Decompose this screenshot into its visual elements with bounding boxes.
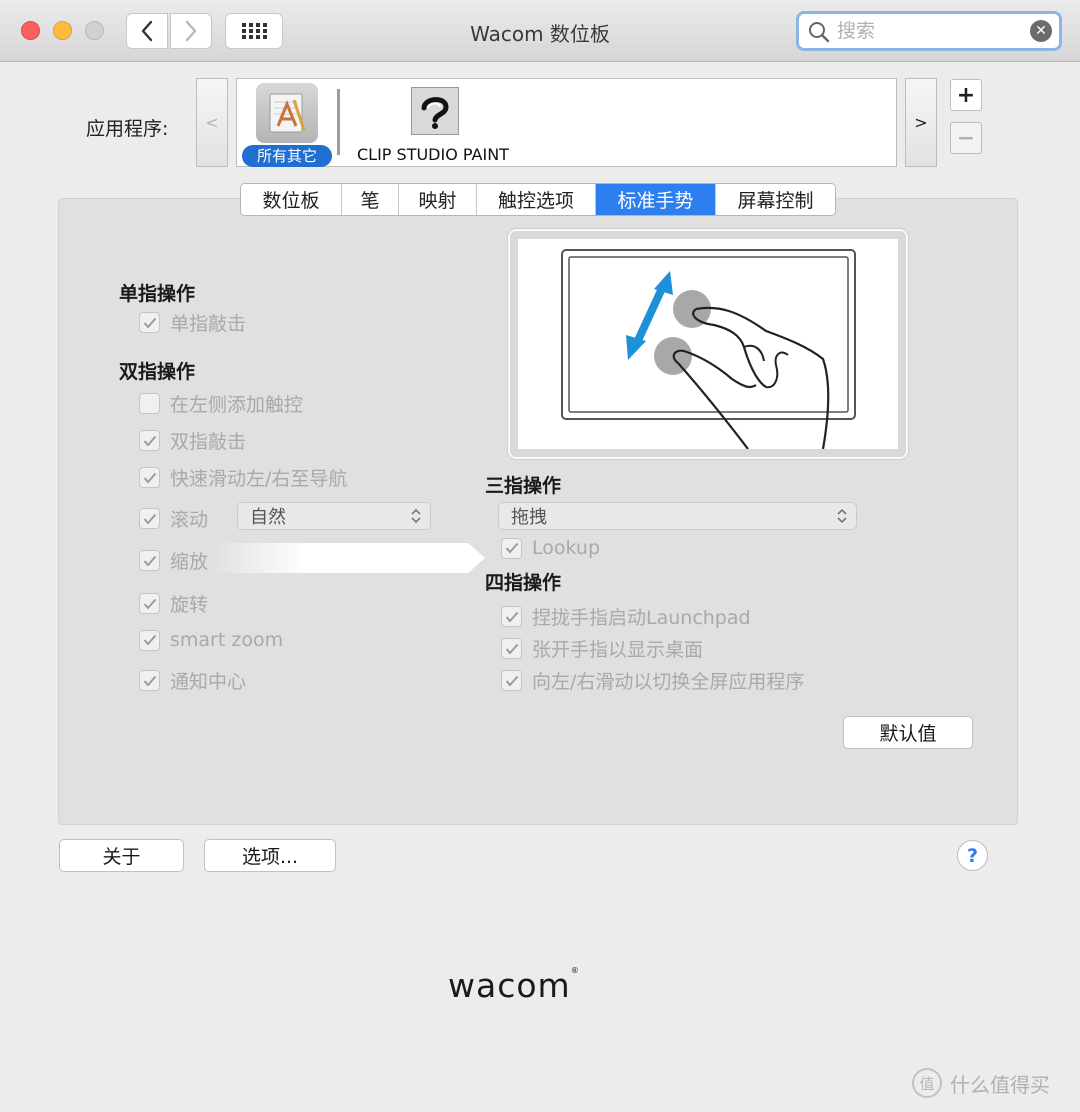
checkbox[interactable]	[501, 537, 522, 559]
apps-scroll-right-button[interactable]: >	[905, 78, 937, 167]
checkbox-notification-center[interactable]: 通知中心	[139, 667, 246, 694]
checkmark-icon	[505, 542, 518, 554]
checkbox[interactable]	[139, 508, 160, 529]
checkbox[interactable]	[501, 670, 522, 691]
option-label: 捏拢手指启动Launchpad	[532, 607, 751, 629]
checkbox[interactable]	[501, 606, 522, 627]
checkmark-icon	[143, 634, 156, 646]
title-bar: Wacom 数位板 ✕	[0, 0, 1080, 62]
option-label: 张开手指以显示桌面	[532, 639, 704, 661]
checkbox-add-touch-left[interactable]: 在左侧添加触控	[139, 390, 303, 417]
checkmark-icon	[143, 513, 156, 525]
scroll-direction-select[interactable]: 自然	[237, 502, 431, 530]
tab-bar: 数位板 笔 映射 触控选项 标准手势 屏幕控制	[240, 183, 836, 216]
options-button[interactable]: 选项...	[204, 839, 336, 872]
wacom-logo: wacom®	[448, 966, 580, 1005]
tab-tablet[interactable]: 数位板	[241, 184, 342, 215]
checkbox[interactable]	[139, 670, 160, 691]
callout-arrow	[210, 543, 485, 573]
option-label: 快速滑动左/右至导航	[170, 468, 348, 490]
option-label: 单指敲击	[170, 313, 247, 335]
apps-scroll-left-button[interactable]: <	[196, 78, 228, 167]
select-value: 拖拽	[511, 507, 547, 528]
one-finger-title: 单指操作	[119, 283, 196, 305]
checkbox[interactable]	[139, 430, 160, 451]
app-item-clip-studio-paint[interactable]: CLIP STUDIO PAINT	[355, 83, 525, 165]
gesture-preview	[508, 229, 908, 459]
tab-screen-control[interactable]: 屏幕控制	[716, 184, 835, 215]
option-label: Lookup	[532, 537, 601, 559]
three-finger-select[interactable]: 拖拽	[498, 502, 857, 530]
help-button[interactable]: ?	[957, 840, 988, 871]
select-value: 自然	[250, 507, 286, 528]
checkmark-icon	[505, 643, 518, 655]
default-button[interactable]: 默认值	[843, 716, 973, 749]
checkbox[interactable]	[501, 638, 522, 659]
checkbox[interactable]	[139, 593, 160, 614]
checkbox-swipe-fullscreen[interactable]: 向左/右滑动以切换全屏应用程序	[501, 667, 804, 694]
tab-pen[interactable]: 笔	[342, 184, 399, 215]
remove-application-button[interactable]: −	[950, 122, 982, 154]
checkbox[interactable]	[139, 467, 160, 488]
checkmark-icon	[505, 675, 518, 687]
checkbox-zoom[interactable]: 缩放	[139, 547, 208, 574]
checkbox[interactable]	[139, 550, 160, 571]
up-down-arrows-icon	[411, 508, 421, 524]
watermark-icon: 值	[912, 1068, 942, 1098]
all-applications-icon	[256, 83, 318, 143]
checkmark-icon	[143, 598, 156, 610]
option-label: smart zoom	[170, 629, 284, 651]
checkbox-pinch-launchpad[interactable]: 捏拢手指启动Launchpad	[501, 603, 751, 630]
search-input[interactable]	[837, 19, 1022, 43]
tab-mapping[interactable]: 映射	[399, 184, 477, 215]
logo-text: wacom	[448, 966, 571, 1005]
tab-standard-gestures[interactable]: 标准手势	[596, 184, 716, 215]
search-icon	[809, 22, 830, 43]
checkmark-icon	[143, 472, 156, 484]
app-item-label: CLIP STUDIO PAINT	[357, 145, 509, 164]
checkmark-icon	[143, 435, 156, 447]
checkbox[interactable]	[139, 393, 160, 414]
tab-touch-options[interactable]: 触控选项	[477, 184, 596, 215]
gesture-preview-image	[518, 239, 898, 450]
checkmark-icon	[505, 611, 518, 623]
checkmark-icon	[143, 675, 156, 687]
option-label: 向左/右滑动以切换全屏应用程序	[532, 671, 805, 693]
option-label: 双指敲击	[170, 431, 247, 453]
checkbox[interactable]	[139, 629, 160, 651]
checkmark-icon	[143, 317, 156, 329]
application-list: 所有其它 CLIP STUDIO PAINT	[236, 78, 897, 167]
checkbox-smart-zoom[interactable]: smart zoom	[139, 629, 283, 651]
checkbox-lookup[interactable]: Lookup	[501, 537, 600, 559]
checkbox[interactable]	[139, 312, 160, 333]
app-item-label: 所有其它	[242, 145, 332, 167]
clear-search-icon[interactable]: ✕	[1030, 20, 1052, 42]
option-label: 在左侧添加触控	[170, 394, 304, 416]
app-divider	[337, 89, 340, 155]
checkbox-single-tap[interactable]: 单指敲击	[139, 309, 246, 336]
two-finger-title: 双指操作	[119, 361, 196, 383]
checkbox-rotate[interactable]: 旋转	[139, 590, 208, 617]
checkbox-swipe-navigate[interactable]: 快速滑动左/右至导航	[139, 464, 347, 491]
checkbox-scroll[interactable]: 滚动	[139, 505, 208, 532]
add-application-button[interactable]: +	[950, 79, 982, 111]
option-label: 旋转	[170, 594, 209, 616]
checkbox-spread-desktop[interactable]: 张开手指以显示桌面	[501, 635, 703, 662]
clip-studio-paint-icon	[411, 87, 459, 135]
four-finger-title: 四指操作	[485, 572, 562, 594]
applications-label: 应用程序:	[86, 118, 169, 140]
app-item-all-others[interactable]: 所有其它	[242, 83, 332, 167]
about-button[interactable]: 关于	[59, 839, 184, 872]
search-field[interactable]: ✕	[796, 11, 1062, 51]
watermark: 值 什么值得买	[912, 1068, 1050, 1098]
option-label: 通知中心	[170, 671, 247, 693]
option-label: 滚动	[170, 509, 209, 531]
watermark-text: 什么值得买	[950, 1072, 1050, 1097]
option-label: 缩放	[170, 551, 209, 573]
checkmark-icon	[143, 555, 156, 567]
checkbox-two-finger-tap[interactable]: 双指敲击	[139, 427, 246, 454]
up-down-arrows-icon	[837, 508, 847, 524]
three-finger-title: 三指操作	[485, 475, 562, 497]
